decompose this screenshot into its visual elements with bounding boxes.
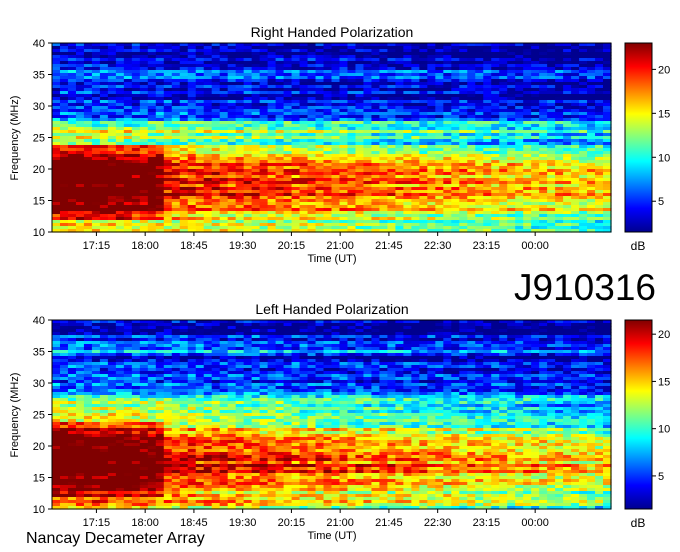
x-tick-label: 17:15 — [83, 240, 111, 252]
colorbar-ticks: 5 10 15 20 — [652, 64, 670, 208]
x-tick-label: 23:15 — [473, 240, 501, 252]
x-tick-label: 22:30 — [424, 240, 452, 252]
spectrogram-image — [52, 43, 612, 233]
colorbar-tick-label: 5 — [658, 196, 664, 208]
colorbar-tick-label: 20 — [658, 64, 670, 76]
colorbar-tick-label: 15 — [658, 108, 670, 120]
x-tick-label: 18:00 — [131, 240, 159, 252]
y-axis-label: Frequency (MHz) — [9, 96, 21, 181]
y-tick-label: 20 — [33, 164, 45, 176]
x-tick-label: 18:45 — [180, 240, 208, 252]
y-tick-label: 25 — [33, 133, 45, 145]
spectrogram-image — [52, 320, 612, 510]
figure-svg: Right Handed Polarization 17:15 18:00 18:4… — [9, 24, 670, 547]
x-tick-label: 21:00 — [326, 240, 354, 252]
event-id: J910316 — [514, 267, 656, 308]
spectrogram-figure: Right Handed Polarization 17:15 18:00 18:4… — [0, 0, 680, 552]
x-tick-label: 20:15 — [278, 240, 306, 252]
x-axis-ticks: 17:15 18:00 18:45 19:30 20:15 21:00 21:45 22:30… — [83, 232, 549, 252]
y-tick-label: 15 — [33, 196, 45, 208]
x-tick-label: 21:45 — [375, 240, 403, 252]
colorbar — [624, 42, 653, 233]
y-tick-label: 40 — [33, 38, 45, 50]
x-axis-label: Time (UT) — [307, 253, 356, 265]
colorbar-tick-label: 10 — [658, 152, 670, 164]
chart-title: Left Handed Polarization — [255, 301, 408, 317]
y-tick-label: 10 — [33, 227, 45, 239]
panel-right-polarization: Right Handed Polarization 17:15 18:00 18:4… — [9, 24, 670, 265]
x-tick-label: 19:30 — [229, 240, 257, 252]
y-tick-label: 30 — [33, 101, 45, 113]
colorbar-label: dB — [631, 239, 646, 253]
y-axis-ticks: 10 15 20 25 30 35 40 — [33, 38, 52, 239]
chart-title: Right Handed Polarization — [251, 24, 414, 40]
y-tick-label: 35 — [33, 70, 45, 82]
panel-left-polarization: Left Handed Polarization 17:15 18:00 18:45… — [9, 301, 670, 542]
x-tick-label: 00:00 — [521, 240, 549, 252]
